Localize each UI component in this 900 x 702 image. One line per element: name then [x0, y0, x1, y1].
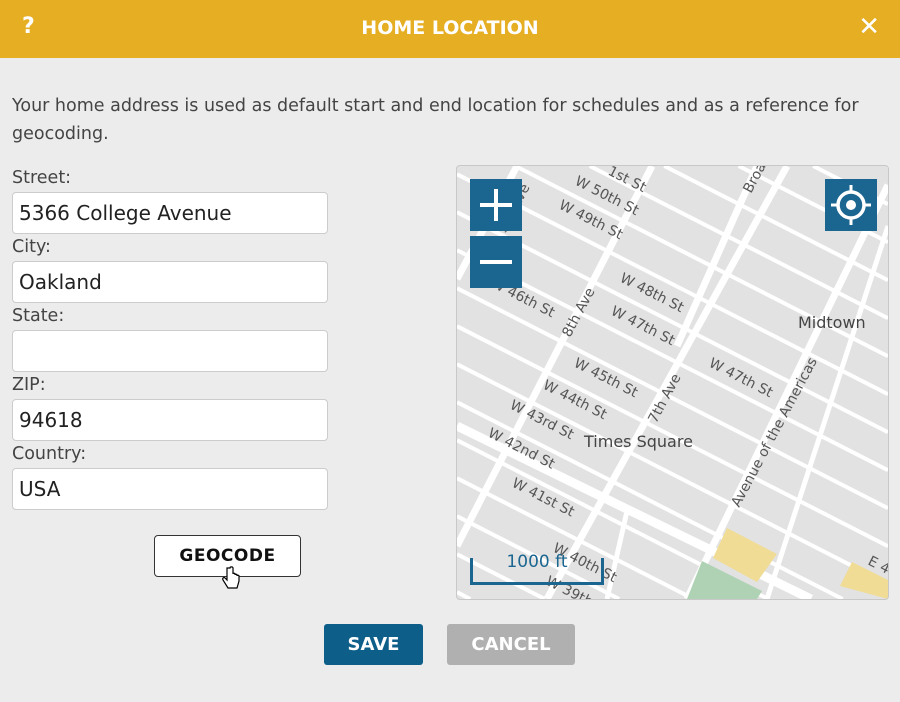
country-label: Country: [12, 444, 87, 464]
scale-bar: 1000 ft [470, 552, 604, 585]
map-label-midtown: Midtown [798, 313, 866, 332]
map-label: 8th Ave [559, 285, 598, 340]
zip-label: ZIP: [12, 375, 46, 395]
map-label-times-square: Times Square [583, 432, 693, 451]
city-input[interactable] [12, 261, 328, 303]
country-input[interactable] [12, 468, 328, 510]
scale-label: 1000 ft [506, 552, 568, 572]
plus-icon [480, 189, 512, 221]
zip-input[interactable] [12, 399, 328, 441]
locate-button[interactable] [825, 179, 877, 231]
street-input[interactable] [12, 192, 328, 234]
save-button[interactable]: SAVE [324, 624, 423, 665]
dialog-header: ? HOME LOCATION ✕ [0, 0, 900, 58]
hand-cursor-icon [222, 566, 240, 589]
city-label: City: [12, 237, 51, 257]
map[interactable]: 1st St W 50th St W 49th St W 48th St W 4… [456, 165, 889, 600]
close-button[interactable]: ✕ [858, 12, 880, 42]
state-input[interactable] [12, 330, 328, 372]
minus-icon [480, 260, 512, 264]
state-label: State: [12, 306, 65, 326]
map-label: W 47th St [608, 303, 677, 349]
zoom-in-button[interactable] [470, 179, 522, 231]
street-label: Street: [12, 168, 72, 188]
crosshair-icon [831, 185, 871, 225]
road-street [457, 590, 472, 599]
cancel-button[interactable]: CANCEL [447, 624, 575, 665]
dialog-title: HOME LOCATION [361, 17, 539, 39]
map-label: 7th Ave [645, 371, 684, 426]
description: Your home address is used as default sta… [12, 96, 859, 144]
zoom-out-button[interactable] [470, 236, 522, 288]
